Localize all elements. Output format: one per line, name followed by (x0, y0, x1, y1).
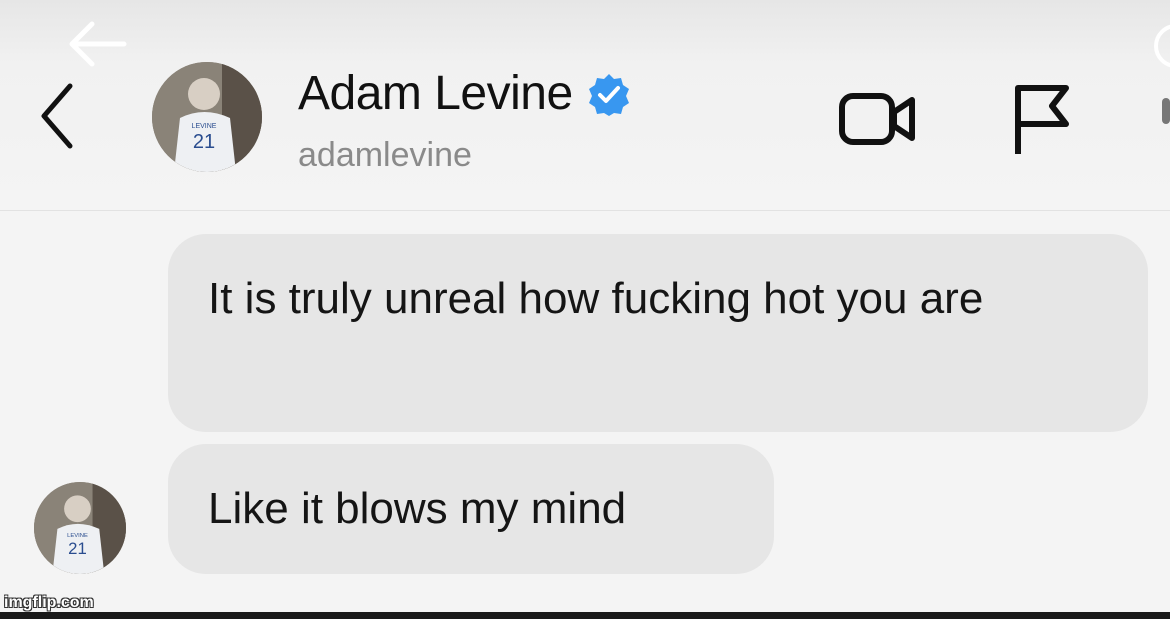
message-bubble[interactable]: It is truly unreal how fucking hot you a… (168, 234, 1148, 432)
message-avatar[interactable]: LEVINE 21 (34, 482, 126, 574)
display-name: Adam Levine (298, 67, 573, 120)
message-bubble[interactable]: Like it blows my mind (168, 444, 774, 574)
avatar-jersey-number: 21 (193, 131, 215, 153)
flag-icon[interactable] (1012, 82, 1074, 158)
profile-name-row[interactable]: Adam Levine (298, 66, 631, 121)
avatar-jersey-text: LEVINE (192, 123, 217, 130)
verified-badge-icon (588, 73, 629, 116)
info-icon[interactable] (1150, 20, 1170, 70)
avatar[interactable]: LEVINE 21 (152, 62, 262, 172)
username: adamlevine (298, 136, 472, 174)
more-icon[interactable] (1162, 98, 1170, 124)
chat-header: LEVINE 21 Adam Levine adamlevine (0, 0, 1170, 211)
back-chevron-icon[interactable] (36, 80, 78, 152)
bottom-bar (0, 612, 1170, 619)
back-arrow-icon[interactable] (60, 14, 130, 74)
video-call-icon[interactable] (838, 86, 918, 152)
avatar-jersey-number: 21 (68, 539, 87, 558)
message-text: It is truly unreal how fucking hot you a… (208, 274, 984, 323)
message-text: Like it blows my mind (208, 484, 627, 533)
watermark: imgflip.com (4, 594, 94, 611)
